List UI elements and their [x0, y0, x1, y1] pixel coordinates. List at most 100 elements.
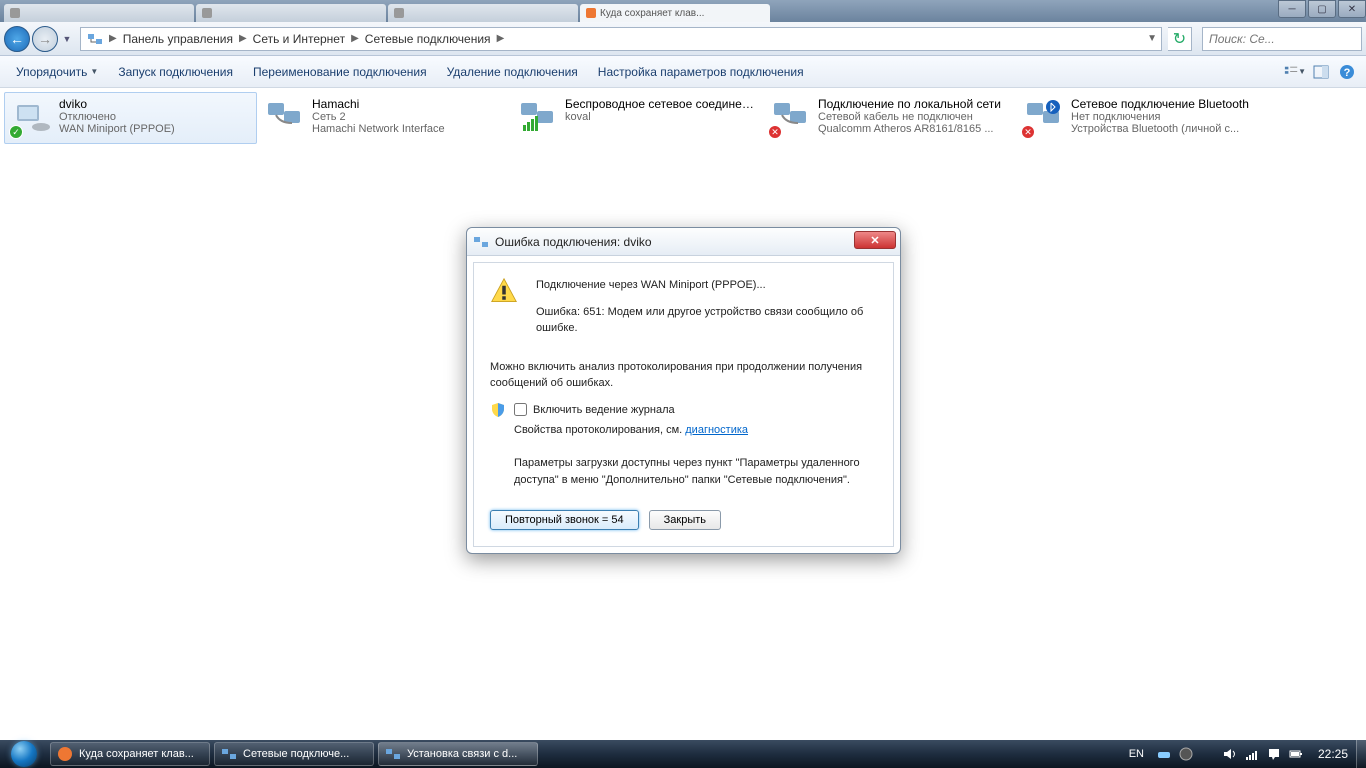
- maximize-button[interactable]: ▢: [1308, 0, 1336, 18]
- favicon-icon: [586, 8, 596, 18]
- nav-back-button[interactable]: ←: [4, 26, 30, 52]
- chevron-down-icon[interactable]: ▼: [1145, 33, 1159, 44]
- status-overlay-icon: ✕: [1021, 125, 1035, 139]
- search-input[interactable]: [1209, 32, 1355, 46]
- clock[interactable]: 22:25: [1310, 747, 1356, 761]
- breadcrumb-item[interactable]: Панель управления: [119, 32, 237, 46]
- dialog-hint: Можно включить анализ протоколирования п…: [490, 359, 877, 392]
- search-box[interactable]: [1202, 27, 1362, 51]
- connection-item[interactable]: Беспроводное сетевое соединение koval: [510, 92, 763, 144]
- taskbar-task[interactable]: Установка связи с d...: [378, 742, 538, 766]
- system-tray: [1150, 746, 1310, 762]
- action-center-icon[interactable]: [1266, 746, 1282, 762]
- browser-tab[interactable]: Куда сохраняет клав...: [580, 4, 770, 22]
- delete-connection-button[interactable]: Удаление подключения: [439, 61, 586, 83]
- browser-tab[interactable]: [4, 4, 194, 22]
- connection-status: Отключено: [59, 111, 250, 123]
- connection-status: Сетевой кабель не подключен: [818, 111, 1009, 123]
- favicon-icon: [10, 8, 20, 18]
- connection-detail: Qualcomm Atheros AR8161/8165 ...: [818, 123, 1009, 135]
- taskbar-task[interactable]: Сетевые подключе...: [214, 742, 374, 766]
- params-text: Параметры загрузки доступны через пункт …: [514, 455, 877, 488]
- status-overlay-icon: ✕: [768, 125, 782, 139]
- menu-label: Упорядочить: [16, 65, 87, 79]
- dialog-body: Подключение через WAN Miniport (PPPOE)..…: [473, 262, 894, 547]
- breadcrumb-item[interactable]: Сетевые подключения: [361, 32, 495, 46]
- connection-item[interactable]: ✕ Подключение по локальной сети Сетевой …: [763, 92, 1016, 144]
- warning-icon: [490, 277, 518, 305]
- dialog-titlebar[interactable]: Ошибка подключения: dviko ✕: [467, 228, 900, 256]
- network-icon[interactable]: [1244, 746, 1260, 762]
- chevron-right-icon: ▶: [495, 33, 507, 44]
- explorer-header: ← → ▼ ▶ Панель управления ▶ Сеть и Интер…: [0, 22, 1366, 56]
- connection-item[interactable]: ✓ dviko Отключено WAN Miniport (PPPOE): [4, 92, 257, 144]
- status-overlay-icon: ✓: [9, 125, 23, 139]
- tab-label: Куда сохраняет клав...: [600, 8, 704, 19]
- tray-icon[interactable]: [1200, 746, 1216, 762]
- chevron-right-icon: ▶: [349, 33, 361, 44]
- language-indicator[interactable]: EN: [1123, 748, 1150, 760]
- connection-settings-button[interactable]: Настройка параметров подключения: [590, 61, 812, 83]
- chevron-right-icon: ▶: [237, 33, 249, 44]
- tray-icon[interactable]: [1178, 746, 1194, 762]
- enable-logging-checkbox[interactable]: Включить ведение журнала: [514, 402, 877, 419]
- connection-status: koval: [565, 111, 756, 123]
- app-icon: [57, 746, 73, 762]
- close-button[interactable]: Закрыть: [649, 510, 721, 530]
- connection-item[interactable]: Hamachi Сеть 2 Hamachi Network Interface: [257, 92, 510, 144]
- redial-button[interactable]: Повторный звонок = 54: [490, 510, 639, 530]
- dialog-message-line: Ошибка: 651: Модем или другое устройство…: [536, 304, 877, 337]
- start-button[interactable]: [0, 740, 48, 768]
- view-options-button[interactable]: ▼: [1284, 61, 1306, 83]
- breadcrumb[interactable]: ▶ Панель управления ▶ Сеть и Интернет ▶ …: [80, 27, 1162, 51]
- network-icon: [87, 31, 103, 47]
- shield-icon: [490, 402, 506, 418]
- nav-forward-button[interactable]: →: [32, 26, 58, 52]
- diagnostics-link[interactable]: диагностика: [685, 424, 748, 436]
- browser-tab[interactable]: [196, 4, 386, 22]
- error-dialog: Ошибка подключения: dviko ✕ Подключение …: [466, 227, 901, 554]
- dialog-title: Ошибка подключения: dviko: [495, 235, 652, 249]
- windows-logo-icon: [11, 741, 37, 767]
- breadcrumb-item[interactable]: Сеть и Интернет: [249, 32, 349, 46]
- connection-icon: [264, 97, 304, 137]
- browser-tab[interactable]: [388, 4, 578, 22]
- app-icon: [221, 746, 237, 762]
- connection-name: Hamachi: [312, 97, 503, 111]
- connection-icon: [517, 97, 557, 137]
- favicon-icon: [202, 8, 212, 18]
- nav-history-dropdown[interactable]: ▼: [60, 26, 74, 52]
- connection-icon: ✕: [1023, 97, 1063, 137]
- connection-icon: ✓: [11, 97, 51, 137]
- connection-status: Нет подключения: [1071, 111, 1262, 123]
- help-button[interactable]: ?: [1336, 61, 1358, 83]
- chevron-down-icon: ▼: [90, 67, 98, 76]
- taskbar: Куда сохраняет клав... Сетевые подключе.…: [0, 740, 1366, 768]
- checkbox-label: Включить ведение журнала: [533, 402, 675, 419]
- chevron-right-icon: ▶: [107, 33, 119, 44]
- tray-icon[interactable]: [1156, 746, 1172, 762]
- dialog-close-button[interactable]: ✕: [854, 231, 896, 249]
- close-button[interactable]: ✕: [1338, 0, 1366, 18]
- refresh-button[interactable]: ↻: [1168, 27, 1192, 51]
- connection-item[interactable]: ✕ Сетевое подключение Bluetooth Нет подк…: [1016, 92, 1269, 144]
- dialog-message-line: Подключение через WAN Miniport (PPPOE)..…: [536, 277, 877, 294]
- volume-icon[interactable]: [1222, 746, 1238, 762]
- svg-text:?: ?: [1344, 67, 1351, 79]
- toolbar: Упорядочить▼ Запуск подключения Переимен…: [0, 56, 1366, 88]
- window-controls: ─ ▢ ✕: [1276, 0, 1366, 18]
- text-span: Свойства протоколирования, см.: [514, 424, 685, 436]
- preview-pane-button[interactable]: [1310, 61, 1332, 83]
- show-desktop-button[interactable]: [1356, 740, 1366, 768]
- battery-icon[interactable]: [1288, 746, 1304, 762]
- browser-tab-strip: Куда сохраняет клав... ─ ▢ ✕: [0, 0, 1366, 22]
- start-connection-button[interactable]: Запуск подключения: [110, 61, 241, 83]
- rename-connection-button[interactable]: Переименование подключения: [245, 61, 435, 83]
- checkbox-input[interactable]: [514, 403, 527, 416]
- task-label: Установка связи с d...: [407, 748, 517, 760]
- organize-menu[interactable]: Упорядочить▼: [8, 61, 106, 83]
- connection-detail: WAN Miniport (PPPOE): [59, 123, 250, 135]
- connection-name: Сетевое подключение Bluetooth: [1071, 97, 1262, 111]
- taskbar-task[interactable]: Куда сохраняет клав...: [50, 742, 210, 766]
- minimize-button[interactable]: ─: [1278, 0, 1306, 18]
